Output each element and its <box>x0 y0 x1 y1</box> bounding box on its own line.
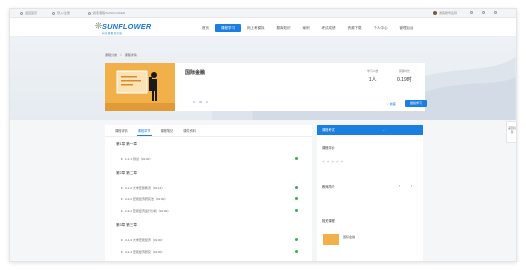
breadcrumb-separator: > <box>120 53 122 57</box>
list-item[interactable]: 2-3-2 宏观经济运行分析（01:00） <box>121 209 170 213</box>
logo-subtext: 向日葵教育在线 <box>102 31 123 35</box>
tab-materials[interactable]: 课件资料 <box>182 126 197 135</box>
course-banner: 课程分类 > 课程详情 国际金融 学习人数 1人 课程时长 0.19时 ♡ 收藏… <box>10 37 516 120</box>
finance-illustration-icon <box>105 63 175 111</box>
nav-home[interactable]: 首页 <box>196 24 215 32</box>
breadcrumb: 课程分类 > 课程详情 <box>105 53 137 57</box>
continue-study-button[interactable]: 继续学习 <box>405 100 427 107</box>
course-info-card: 国际金融 学习人数 1人 课程时长 0.19时 ♡ 收藏 继续学习 <box>105 63 427 111</box>
tab-course-details[interactable]: 课程详情 <box>114 126 129 135</box>
heart-icon: ♡ <box>386 102 389 106</box>
nav-mock-exam[interactable]: 网上考模拟 <box>241 24 271 32</box>
message-button[interactable] <box>470 11 473 14</box>
nav-cases[interactable]: 案例 <box>297 24 316 32</box>
list-item[interactable]: 3-1-3 大学宏观经济（01:00） <box>121 238 164 242</box>
related-course-thumbnail[interactable] <box>323 234 339 245</box>
home-link[interactable]: 返回首页 <box>20 11 37 15</box>
search-input[interactable]: 搜索课程/SUNFLOWER <box>88 11 125 15</box>
main-nav-bar: SUNFLOWER 向日葵教育在线 首页 课程学习 网上考模拟 题库知识 案例 … <box>10 18 516 37</box>
avatar <box>433 11 437 15</box>
nav-personal-center[interactable]: 个人中心 <box>368 24 394 32</box>
user-menu[interactable]: 游客账号名称 <box>433 11 457 15</box>
star-icon[interactable] <box>340 160 344 163</box>
play-icon <box>121 198 123 200</box>
completed-icon <box>295 186 299 190</box>
completed-icon <box>295 250 299 254</box>
nav-admin[interactable]: 管理后台 <box>394 24 420 32</box>
star-icon[interactable] <box>335 160 339 163</box>
play-icon <box>121 187 123 189</box>
sunflower-logo-icon <box>95 22 102 29</box>
play-icon <box>121 210 123 212</box>
help-button[interactable] <box>494 11 497 14</box>
duration-label: 课程时长 <box>398 69 410 73</box>
logo-text: SUNFLOWER <box>102 22 152 31</box>
related-course-title[interactable]: 国际金融 <box>343 235 355 239</box>
list-item[interactable]: 2-2-2 宏观经济研究法（01:00） <box>121 197 167 201</box>
nav-course-study[interactable]: 课程学习 <box>215 23 241 32</box>
completed-icon <box>295 157 299 161</box>
learners-label: 学习人数 <box>367 69 379 73</box>
teacher-title: 教师简介 <box>322 185 335 189</box>
chapter-title: 第2章 第二章 <box>116 171 137 175</box>
completed-icon <box>295 238 299 242</box>
learners-value: 1人 <box>368 77 377 83</box>
login-link[interactable]: 登入/注册 <box>52 11 70 15</box>
next-teacher-button[interactable]: › <box>411 183 412 188</box>
carousel-dot[interactable] <box>193 101 196 104</box>
nav-downloads[interactable]: 资源下载 <box>342 24 368 32</box>
tab-chapters[interactable]: 课程章节 <box>136 126 152 136</box>
course-title: 国际金融 <box>185 70 206 76</box>
arrow-right-icon: → <box>382 128 385 132</box>
help-icon <box>494 11 497 14</box>
gear-icon <box>482 11 485 14</box>
course-side-panel: 课程考试 → 课程评价 教师简介 ‹ › 相关课程 国际金融 <box>317 125 423 261</box>
settings-button[interactable] <box>482 11 485 14</box>
tab-notes[interactable]: 课程笔记 <box>160 126 175 135</box>
star-icon[interactable] <box>331 160 335 163</box>
related-title: 相关课程 <box>322 219 335 223</box>
learners-stat: 学习人数 1人 <box>367 69 378 83</box>
chapter-panel: 课程详情 课程章节 课程笔记 课件资料 第1章 第一章 1-1-1 测试（01:… <box>105 125 312 261</box>
star-icon[interactable] <box>322 160 325 163</box>
duration-stat: 课程时长 0.19时 <box>397 69 412 83</box>
rating-stars[interactable] <box>322 160 344 163</box>
user-icon <box>52 11 55 15</box>
completed-icon <box>295 209 299 213</box>
mail-icon <box>470 11 473 14</box>
carousel-dot[interactable] <box>199 101 202 104</box>
breadcrumb-current: 课程详情 <box>124 53 137 57</box>
home-icon <box>20 11 23 15</box>
nav-question-bank[interactable]: 题库知识 <box>271 24 297 32</box>
utility-bar: 返回首页 登入/注册 搜索课程/SUNFLOWER 游客账号名称 <box>10 9 516 18</box>
list-item[interactable]: 2-1-2 大学宏观概况（01:14） <box>121 186 164 190</box>
course-thumbnail <box>105 63 175 111</box>
course-tabs: 课程详情 课程章节 课程笔记 课件资料 <box>105 125 312 137</box>
play-icon <box>121 158 123 160</box>
chapter-title: 第1章 第一章 <box>116 142 137 146</box>
breadcrumb-home[interactable]: 课程分类 <box>105 53 117 57</box>
prev-teacher-button[interactable]: ‹ <box>399 183 400 188</box>
play-icon <box>121 239 123 241</box>
carousel-dots[interactable] <box>193 101 209 104</box>
play-icon <box>121 251 123 253</box>
main-nav: 首页 课程学习 网上考模拟 题库知识 案例 考试成绩 资源下载 个人中心 管理后… <box>196 18 420 37</box>
completed-icon <box>295 197 299 201</box>
logo[interactable]: SUNFLOWER 向日葵教育在线 <box>95 22 152 35</box>
favorite-button[interactable]: ♡ 收藏 <box>386 102 396 106</box>
carousel-dot[interactable] <box>205 101 209 104</box>
star-icon[interactable] <box>326 160 330 163</box>
nav-exam-scores[interactable]: 考试成绩 <box>316 24 342 32</box>
list-item[interactable]: 1-1-1 测试（01:00） <box>121 157 152 161</box>
duration-value: 0.19时 <box>397 77 412 83</box>
course-exam-button[interactable]: 课程考试 → <box>317 125 423 135</box>
search-icon <box>88 11 91 15</box>
chapter-title: 第3章 第三章 <box>116 223 137 227</box>
list-item[interactable]: 3-2-3 宏观经济研究（01:00） <box>121 250 164 254</box>
browser-page: 返回首页 登入/注册 搜索课程/SUNFLOWER 游客账号名称 SUNFLOW… <box>9 8 517 262</box>
rating-title: 课程评价 <box>322 146 335 150</box>
back-to-top-button[interactable]: 返回顶部 <box>506 121 516 143</box>
